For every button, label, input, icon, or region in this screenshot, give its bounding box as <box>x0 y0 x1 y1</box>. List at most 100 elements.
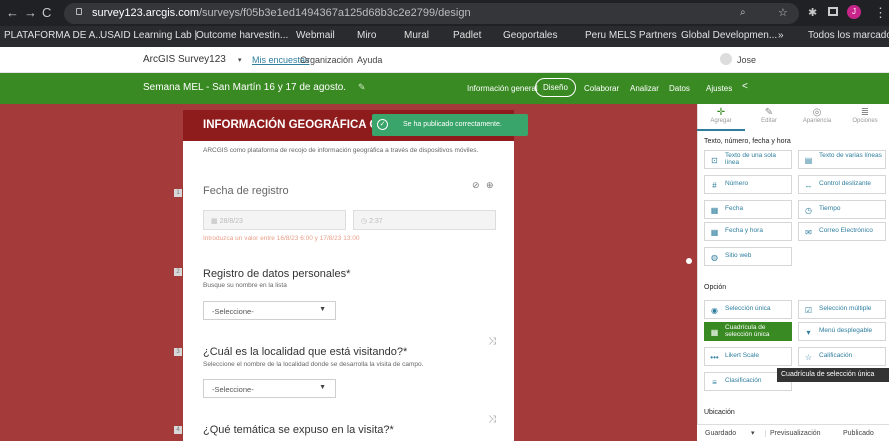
user-name[interactable]: Jose <box>737 55 756 65</box>
pencil-icon: ✎ <box>764 107 774 118</box>
plus-icon: ✛ <box>716 107 726 118</box>
url-text: survey123.arcgis.com/surveys/f05b3e1ed14… <box>92 7 471 19</box>
tab-settings[interactable]: Ajustes <box>706 84 732 93</box>
tab-design[interactable]: Diseño <box>535 78 576 97</box>
tool-number[interactable]: # Número <box>704 175 792 194</box>
bookmark-item[interactable]: USAID Learning Lab | <box>100 30 197 41</box>
search-icon[interactable]: ⌕ <box>740 7 746 18</box>
bookmark-item[interactable]: PLATAFORMA DE A... <box>4 30 104 41</box>
lock-icon <box>76 8 82 15</box>
survey-bar: Semana MEL - San Martín 16 y 17 de agost… <box>0 73 889 104</box>
calendar-icon: ▦ <box>710 206 719 215</box>
profile-avatar[interactable]: J <box>847 5 861 19</box>
question-title[interactable]: Registro de datos personales* <box>203 268 350 280</box>
bookmarks-bar: PLATAFORMA DE A... USAID Learning Lab | … <box>0 26 889 47</box>
shuffle-icon[interactable]: ⤨ <box>488 336 496 347</box>
dropdown-select[interactable]: -Seleccione- ▼ <box>203 379 336 398</box>
tool-single-choice-grid[interactable]: ▦ Cuadrícula de selección única <box>704 322 792 341</box>
bookmark-item[interactable]: Geoportales <box>503 30 557 41</box>
form-description: ARCGIS como plataforma de recojo de info… <box>203 147 479 154</box>
chevron-down-icon[interactable]: ▾ <box>238 56 242 64</box>
nav-organization[interactable]: Organización <box>300 55 353 65</box>
share-icon[interactable]: < <box>742 81 748 92</box>
tool-multiple-choice[interactable]: ☑ Selección múltiple <box>798 300 886 319</box>
date-input[interactable]: ▦ 28/8/23 <box>203 210 346 230</box>
calendar-clock-icon: ▦ <box>710 228 719 237</box>
bookmark-item[interactable]: Global Developmen... <box>681 30 777 41</box>
chevron-down-icon[interactable]: ▾ <box>751 429 755 437</box>
tool-slider[interactable]: ↔ Control deslizante <box>798 175 886 194</box>
nav-help[interactable]: Ayuda <box>357 55 382 65</box>
tab-add[interactable]: ✛ Agregar <box>697 103 745 131</box>
tab-options[interactable]: ≣ Opciones <box>841 103 889 131</box>
tool-date[interactable]: ▦ Fecha <box>704 200 792 219</box>
number-icon: # <box>712 181 717 190</box>
tab-appearance[interactable]: ◎ Apariencia <box>793 103 841 131</box>
tool-single-choice[interactable]: ◉ Selección única <box>704 300 792 319</box>
bookmark-item[interactable]: Mural <box>404 30 429 41</box>
likert-icon: ••• <box>710 353 719 362</box>
forward-arrow-icon[interactable]: → <box>24 5 37 20</box>
dropdown-select[interactable]: -Seleccione- ▼ <box>203 301 336 320</box>
bookmark-item[interactable]: Webmail <box>296 30 335 41</box>
tool-likert[interactable]: ••• Likert Scale <box>704 347 792 366</box>
star-icon: ☆ <box>804 353 813 362</box>
time-input[interactable]: ◷ 2:37 <box>353 210 496 230</box>
tool-time[interactable]: ◷ Tiempo <box>798 200 886 219</box>
bookmark-item[interactable]: Miro <box>357 30 376 41</box>
tool-website[interactable]: ◍ Sitio web <box>704 247 792 266</box>
product-name[interactable]: ArcGIS Survey123 <box>143 54 226 65</box>
status-bar: Guardado ▾ Previsualización Publicado <box>697 424 889 441</box>
clock-icon: ◷ <box>805 206 812 215</box>
scroll-handle[interactable] <box>686 258 692 264</box>
tool-single-line-text[interactable]: ⊡ Texto de una sola línea <box>704 150 792 169</box>
hide-icon[interactable]: ⊘ <box>472 180 480 191</box>
extensions-icon[interactable]: ✱ <box>808 6 817 19</box>
tab-overview[interactable]: Información general <box>467 84 538 93</box>
tab-analyze[interactable]: Analizar <box>630 84 659 93</box>
tool-date-time[interactable]: ▦ Fecha y hora <box>704 222 792 241</box>
dropdown-icon: ▾ <box>806 328 811 337</box>
bookmark-item[interactable]: Outcome harvestin... <box>196 30 288 41</box>
paragraph-icon: ▤ <box>804 156 813 165</box>
tool-email[interactable]: ✉ Correo Electrónico <box>798 222 886 241</box>
shuffle-icon[interactable]: ⤨ <box>488 414 496 425</box>
section-title: Opción <box>704 284 727 291</box>
success-toast: ✓ Se ha publicado correctamente. <box>372 114 528 136</box>
tool-rating[interactable]: ☆ Calificación <box>798 347 886 366</box>
lock-icon[interactable]: ⊕ <box>486 180 494 191</box>
slider-icon: ↔ <box>804 181 813 190</box>
browser-toolbar: ← → C survey123.arcgis.com/surveys/f05b3… <box>0 0 889 26</box>
bookmarks-overflow[interactable]: » <box>778 30 784 41</box>
question-subtitle: Busque su nombre en la lista <box>203 282 287 289</box>
tab-collaborate[interactable]: Colaborar <box>584 84 619 93</box>
menu-icon[interactable]: ⋮ <box>874 5 887 21</box>
question-title[interactable]: ¿Cuál es la localidad que está visitando… <box>203 346 407 358</box>
reload-icon[interactable]: C <box>42 5 51 20</box>
tab-data[interactable]: Datos <box>669 84 690 93</box>
bookmark-item[interactable]: Peru MELS Partners <box>585 30 677 41</box>
window-icon[interactable] <box>828 7 838 16</box>
caret-down-icon: ▼ <box>319 306 326 313</box>
toast-message: Se ha publicado correctamente. <box>403 121 502 128</box>
tool-multi-line-text[interactable]: ▤ Texto de varias líneas <box>798 150 886 169</box>
star-icon[interactable]: ☆ <box>778 6 788 19</box>
user-avatar[interactable] <box>720 53 732 65</box>
preview-button[interactable]: Previsualización <box>765 430 821 437</box>
tab-edit[interactable]: ✎ Editar <box>745 103 793 131</box>
all-bookmarks[interactable]: Todos los marcadores <box>808 30 889 41</box>
question-subtitle: Seleccione el nombre de la localidad don… <box>203 361 424 368</box>
bookmark-item[interactable]: Padlet <box>453 30 481 41</box>
sliders-icon: ≣ <box>860 107 870 118</box>
question-title[interactable]: ¿Qué temática se expuso en la visita?* <box>203 424 394 436</box>
publish-status[interactable]: Publicado <box>843 430 874 437</box>
question-number: 4 <box>174 426 182 434</box>
globe-icon: ◍ <box>711 253 718 262</box>
caret-down-icon: ▼ <box>319 384 326 391</box>
question-title[interactable]: Fecha de registro <box>203 185 289 197</box>
back-arrow-icon[interactable]: ← <box>6 5 19 20</box>
email-icon: ✉ <box>805 228 812 237</box>
tool-dropdown[interactable]: ▾ Menú desplegable <box>798 322 886 341</box>
survey-title: Semana MEL - San Martín 16 y 17 de agost… <box>143 82 347 93</box>
edit-pencil-icon[interactable]: ✎ <box>358 82 366 93</box>
